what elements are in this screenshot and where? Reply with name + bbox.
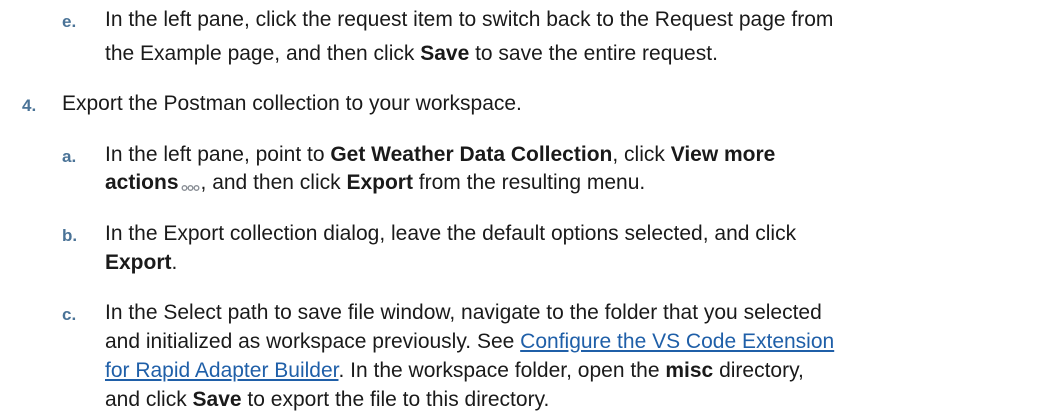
collection-name: Get Weather Data Collection [330,143,613,166]
step-4-marker: 4. [22,96,37,115]
actions-label: actions [105,171,179,194]
step-a-line2: actions , and then click Export from the … [105,168,645,198]
ellipsis-icon [181,171,200,200]
step-a-line2-end: from the resulting menu. [412,171,646,194]
configure-extension-link-cont[interactable]: for Rapid Adapter Builder [105,359,338,382]
step-b-marker: b. [62,226,78,245]
step-a-line1-mid: , click [612,143,671,166]
step-c-line3: for Rapid Adapter Builder. In the worksp… [105,356,804,385]
export-button-label: Export [105,251,172,274]
configure-extension-link[interactable]: Configure the VS Code Extension [520,330,834,353]
step-b-line2-end: . [171,251,178,274]
view-more-label: View more [670,143,776,166]
step-c-line1: In the Select path to save file window, … [105,301,822,324]
step-c-line2-text: and initialized as workspace previously.… [105,330,521,353]
step-e-line2-text: the Example page, and then click [105,42,421,65]
step-e-line2-end: to save the entire request. [469,42,718,65]
save-button-label: Save [192,388,242,411]
step-e-marker: e. [62,12,77,31]
step-a-line1: In the left pane, point to Get Weather D… [105,140,775,169]
save-label: Save [420,42,470,65]
step-a-line2-mid: , and then click [200,171,347,194]
step-b-line1: In the Export collection dialog, leave t… [105,222,797,245]
step-c-line4: and click Save to export the file to thi… [105,385,549,414]
step-c-line2: and initialized as workspace previously.… [105,327,834,356]
step-a-marker: a. [62,147,77,166]
misc-label: misc [665,359,714,382]
instruction-document: e. In the left pane, click the request i… [0,0,1047,417]
step-c-line4-text: and click [105,388,193,411]
step-c-line4-end: to export the file to this directory. [241,388,550,411]
step-c-line3-text: . In the workspace folder, open the [338,359,666,382]
step-e-line2: the Example page, and then click Save to… [105,39,718,68]
step-a-line1-text: In the left pane, point to [105,143,331,166]
step-b-line2: Export. [105,248,177,277]
step-c-line3-end: directory, [713,359,804,382]
step-e-line1: In the left pane, click the request item… [105,8,834,31]
step-c-marker: c. [62,305,77,324]
export-label: Export [346,171,413,194]
step-4-text: Export the Postman collection to your wo… [62,92,522,115]
